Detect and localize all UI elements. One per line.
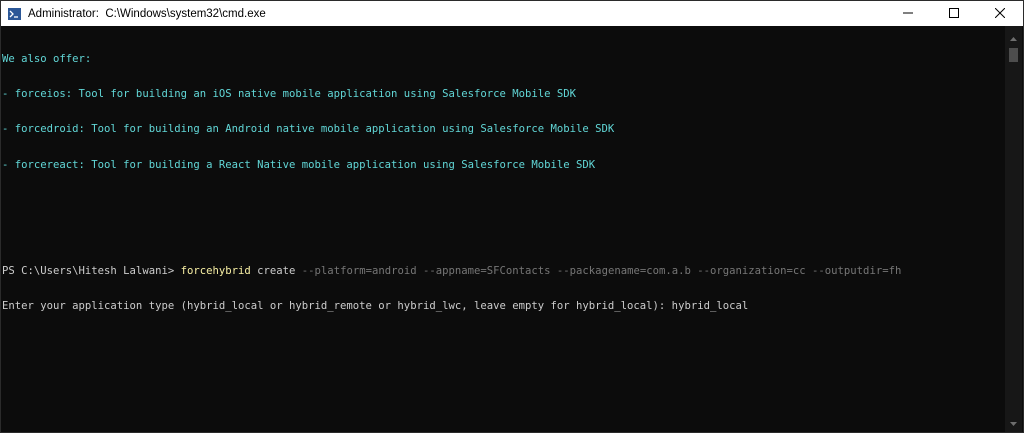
- title-user: Administrator:: [28, 7, 99, 20]
- command-name: forcehybrid: [180, 264, 251, 277]
- prompt: PS C:\Users\Hitesh Lalwani>: [2, 264, 181, 277]
- offer-line: - forcedroid: Tool for building an Andro…: [2, 123, 615, 136]
- minimize-button[interactable]: [885, 1, 931, 26]
- scroll-up-button[interactable]: [1005, 28, 1022, 45]
- chevron-down-icon: [1010, 413, 1017, 431]
- title-bar[interactable]: Administrator: C:\Windows\system32\cmd.e…: [1, 1, 1023, 26]
- subcommand: create: [250, 264, 296, 277]
- maximize-button[interactable]: [931, 1, 977, 26]
- command-params: --platform=android --appname=SFContacts …: [295, 264, 902, 277]
- caption-buttons: [885, 1, 1023, 26]
- chevron-up-icon: [1010, 28, 1017, 46]
- scroll-thumb[interactable]: [1009, 48, 1018, 62]
- offer-line: - forcereact: Tool for building a React …: [2, 158, 596, 171]
- vertical-scrollbar[interactable]: [1005, 26, 1022, 432]
- minimize-icon: [903, 5, 913, 23]
- close-button[interactable]: [977, 1, 1023, 26]
- maximize-icon: [949, 5, 959, 23]
- question-line: Enter your application type (hybrid_loca…: [2, 300, 749, 313]
- offer-line: - forceios: Tool for building an iOS nat…: [2, 87, 577, 100]
- cmd-window: Administrator: C:\Windows\system32\cmd.e…: [0, 0, 1024, 433]
- command-line: PS C:\Users\Hitesh Lalwani> forcehybrid …: [2, 264, 1006, 278]
- console-output[interactable]: We also offer: - forceios: Tool for buil…: [2, 30, 1006, 432]
- scroll-down-button[interactable]: [1005, 413, 1022, 430]
- window-title: Administrator: C:\Windows\system32\cmd.e…: [28, 8, 266, 20]
- offer-header: We also offer:: [2, 52, 92, 65]
- powershell-icon[interactable]: [8, 7, 21, 20]
- close-icon: [994, 5, 1006, 23]
- title-path: C:\Windows\system32\cmd.exe: [105, 7, 266, 20]
